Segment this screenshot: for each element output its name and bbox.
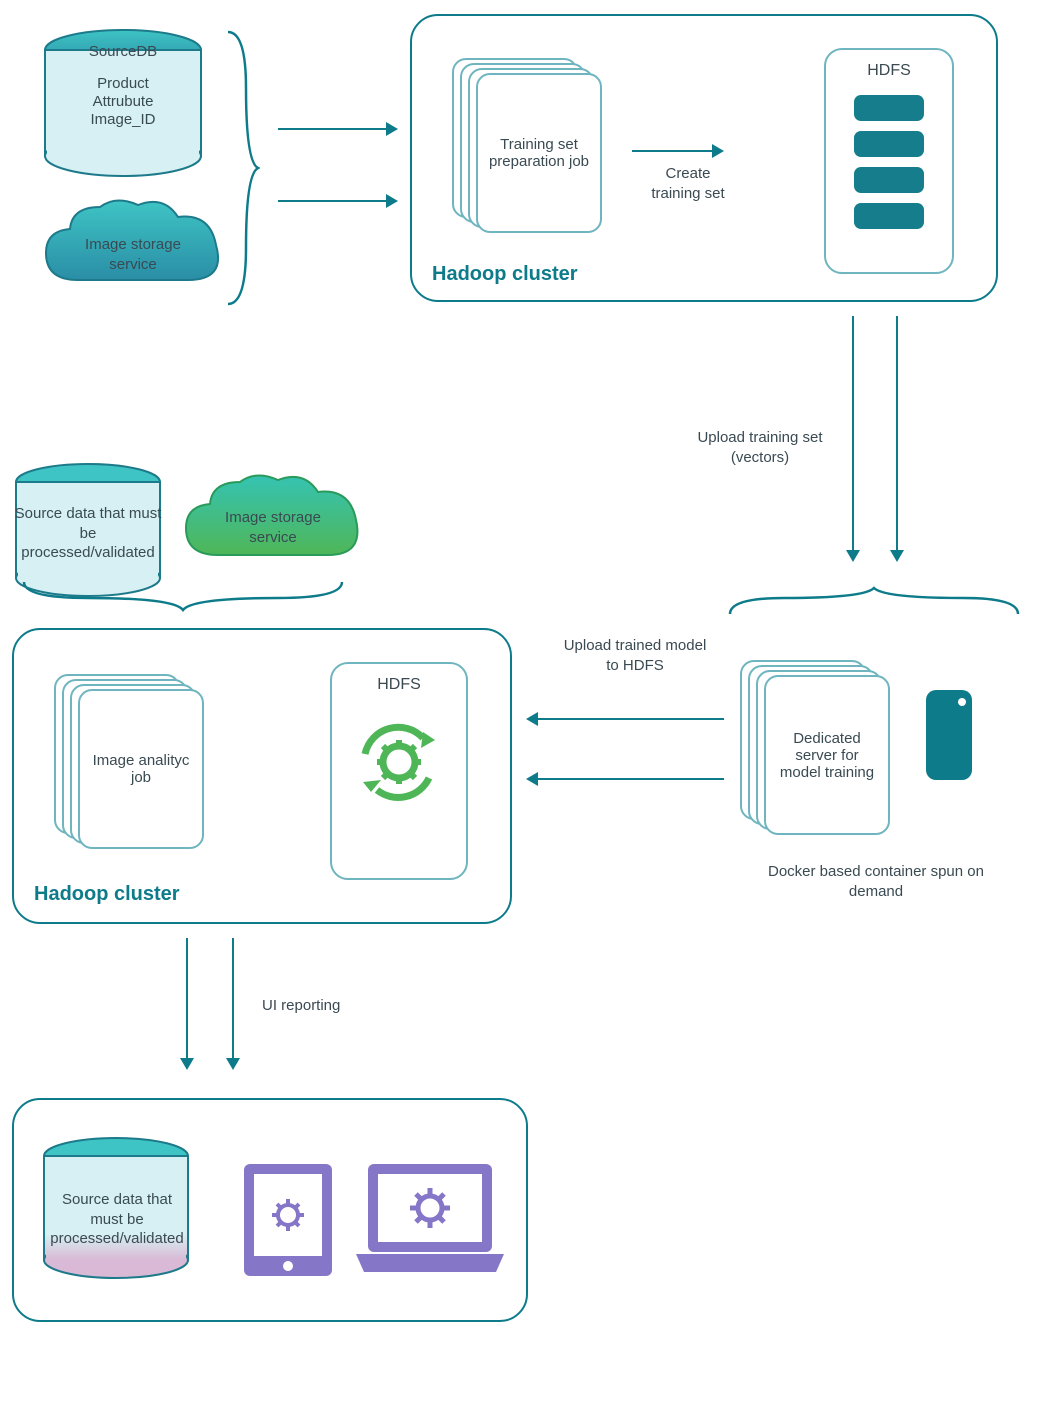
arrow-to-hadoop1-b <box>278 200 396 202</box>
ui-reporting-box: Source data that must be processed/valid… <box>12 1098 528 1322</box>
arrow-ui-reporting-a <box>186 938 188 1068</box>
sourcedb-line1: Product <box>60 74 186 94</box>
hadoop-cluster-1: Hadoop cluster Training set preparation … <box>410 14 998 302</box>
create-training-label: Create training set <box>642 164 734 203</box>
source-data-label: Source data that must be processed/valid… <box>14 504 162 563</box>
hadoop2-title: Hadoop cluster <box>34 883 180 906</box>
curly-brace-icon <box>222 28 260 308</box>
bottom-source-label: Source data that must be processed/valid… <box>44 1190 190 1249</box>
hdfs-box-1: HDFS <box>824 48 954 274</box>
arrow-upload-model-b <box>528 778 724 780</box>
image-analytic-job-label: Image analityc job <box>78 689 204 849</box>
ui-reporting-label: UI reporting <box>262 996 382 1016</box>
image-storage-label: Image storage service <box>68 235 198 274</box>
sourcedb-title: SourceDB <box>60 42 186 62</box>
hdfs2-title: HDFS <box>377 676 421 694</box>
arrow-upload-training-b <box>896 316 898 560</box>
hdfs-block-icon <box>854 131 924 157</box>
docker-caption: Docker based container spun on demand <box>768 862 984 901</box>
tablet-icon <box>240 1160 336 1280</box>
laptop-icon <box>350 1158 510 1280</box>
hdfs-box-2: HDFS <box>330 662 468 880</box>
training-job-label: Training set preparation job <box>476 73 602 233</box>
hadoop-cluster-2: Hadoop cluster Image analityc job HDFS <box>12 628 512 924</box>
sourcedb-line3: Image_ID <box>60 110 186 130</box>
training-job-stack: Training set preparation job <box>452 58 602 238</box>
hdfs1-title: HDFS <box>867 62 911 80</box>
horizontal-brace2-icon <box>18 578 348 614</box>
upload-model-label: Upload trained model to HDFS <box>560 636 710 675</box>
gear-cycle-icon <box>349 704 449 814</box>
upload-training-label: Upload training set (vectors) <box>690 428 830 467</box>
hdfs-block-icon <box>854 203 924 229</box>
arrow-upload-training-a <box>852 316 854 560</box>
image-analytic-job-stack: Image analityc job <box>54 674 204 854</box>
hadoop1-title: Hadoop cluster <box>432 263 578 286</box>
dedicated-server-label: Dedicated server for model training <box>764 675 890 835</box>
arrow-to-hadoop1-a <box>278 128 396 130</box>
horizontal-brace-icon <box>724 584 1024 620</box>
arrow-ui-reporting-b <box>232 938 234 1068</box>
sourcedb-line2: Attrubute <box>60 92 186 112</box>
dedicated-server-stack: Dedicated server for model training <box>740 660 890 840</box>
arrow-create-training-set <box>632 150 722 152</box>
hdfs-block-icon <box>854 167 924 193</box>
image-storage2-label: Image storage service <box>208 508 338 547</box>
arrow-upload-model-a <box>528 718 724 720</box>
hdfs-block-icon <box>854 95 924 121</box>
server-icon <box>924 686 976 784</box>
